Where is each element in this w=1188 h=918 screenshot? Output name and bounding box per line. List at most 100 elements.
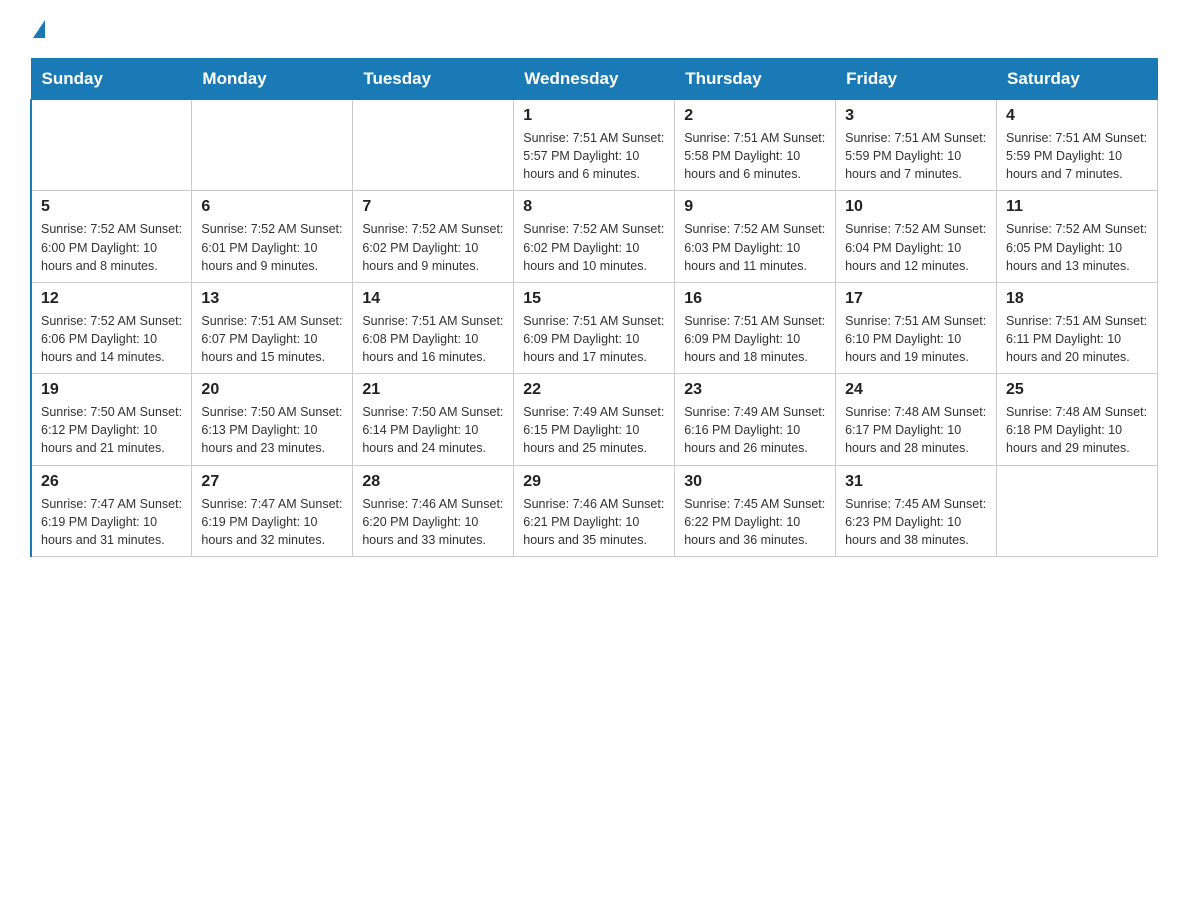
day-info: Sunrise: 7:50 AM Sunset: 6:14 PM Dayligh… xyxy=(362,403,504,457)
day-info: Sunrise: 7:51 AM Sunset: 6:09 PM Dayligh… xyxy=(523,312,665,366)
day-number: 12 xyxy=(41,290,182,308)
calendar-cell: 29 Sunrise: 7:46 AM Sunset: 6:21 PM Dayli… xyxy=(514,465,675,556)
day-number: 29 xyxy=(523,473,665,491)
calendar-cell: 8Sunrise: 7:52 AM Sunset: 6:02 PM Daylig… xyxy=(514,191,675,282)
calendar-cell: 14 Sunrise: 7:51 AM Sunset: 6:08 PM Dayli… xyxy=(353,282,514,373)
day-number: 23 xyxy=(684,381,826,399)
day-info: Sunrise: 7:52 AM Sunset: 6:06 PM Dayligh… xyxy=(41,312,182,366)
day-info: Sunrise: 7:47 AM Sunset: 6:19 PM Dayligh… xyxy=(201,495,343,549)
day-number: 10 xyxy=(845,198,987,216)
calendar-cell: 16 Sunrise: 7:51 AM Sunset: 6:09 PM Dayli… xyxy=(675,282,836,373)
calendar-cell: 17 Sunrise: 7:51 AM Sunset: 6:10 PM Dayli… xyxy=(836,282,997,373)
calendar-cell: 23 Sunrise: 7:49 AM Sunset: 6:16 PM Dayli… xyxy=(675,374,836,465)
day-number: 9 xyxy=(684,198,826,216)
day-info: Sunrise: 7:51 AM Sunset: 6:09 PM Dayligh… xyxy=(684,312,826,366)
day-number: 26 xyxy=(41,473,182,491)
day-number: 2 xyxy=(684,107,826,125)
day-number: 6 xyxy=(201,198,343,216)
calendar-week-1: 1 Sunrise: 7:51 AM Sunset: 5:57 PM Daylig… xyxy=(31,100,1158,191)
calendar-cell: 27 Sunrise: 7:47 AM Sunset: 6:19 PM Dayli… xyxy=(192,465,353,556)
day-info: Sunrise: 7:49 AM Sunset: 6:15 PM Dayligh… xyxy=(523,403,665,457)
calendar-body: 1 Sunrise: 7:51 AM Sunset: 5:57 PM Daylig… xyxy=(31,100,1158,557)
day-number: 16 xyxy=(684,290,826,308)
day-info: Sunrise: 7:46 AM Sunset: 6:20 PM Dayligh… xyxy=(362,495,504,549)
day-number: 8 xyxy=(523,198,665,216)
calendar-cell: 22 Sunrise: 7:49 AM Sunset: 6:15 PM Dayli… xyxy=(514,374,675,465)
calendar-week-3: 12 Sunrise: 7:52 AM Sunset: 6:06 PM Dayli… xyxy=(31,282,1158,373)
day-info: Sunrise: 7:50 AM Sunset: 6:13 PM Dayligh… xyxy=(201,403,343,457)
day-number: 4 xyxy=(1006,107,1148,125)
calendar-cell: 26 Sunrise: 7:47 AM Sunset: 6:19 PM Dayli… xyxy=(31,465,192,556)
day-info: Sunrise: 7:52 AM Sunset: 6:00 PM Dayligh… xyxy=(41,220,182,274)
day-number: 27 xyxy=(201,473,343,491)
day-number: 1 xyxy=(523,107,665,125)
calendar-cell: 13 Sunrise: 7:51 AM Sunset: 6:07 PM Dayli… xyxy=(192,282,353,373)
day-info: Sunrise: 7:45 AM Sunset: 6:23 PM Dayligh… xyxy=(845,495,987,549)
day-info: Sunrise: 7:51 AM Sunset: 6:10 PM Dayligh… xyxy=(845,312,987,366)
calendar-cell: 5 Sunrise: 7:52 AM Sunset: 6:00 PM Daylig… xyxy=(31,191,192,282)
day-number: 31 xyxy=(845,473,987,491)
day-number: 17 xyxy=(845,290,987,308)
calendar-cell: 28 Sunrise: 7:46 AM Sunset: 6:20 PM Dayli… xyxy=(353,465,514,556)
day-number: 15 xyxy=(523,290,665,308)
calendar-cell: 20 Sunrise: 7:50 AM Sunset: 6:13 PM Dayli… xyxy=(192,374,353,465)
calendar-cell: 7 Sunrise: 7:52 AM Sunset: 6:02 PM Daylig… xyxy=(353,191,514,282)
day-info: Sunrise: 7:51 AM Sunset: 6:07 PM Dayligh… xyxy=(201,312,343,366)
calendar-cell xyxy=(31,100,192,191)
calendar-header: SundayMondayTuesdayWednesdayThursdayFrid… xyxy=(31,59,1158,100)
calendar-cell xyxy=(353,100,514,191)
column-header-friday: Friday xyxy=(836,59,997,100)
day-info: Sunrise: 7:52 AM Sunset: 6:05 PM Dayligh… xyxy=(1006,220,1148,274)
logo xyxy=(30,20,45,40)
day-number: 3 xyxy=(845,107,987,125)
calendar-cell xyxy=(192,100,353,191)
day-info: Sunrise: 7:48 AM Sunset: 6:17 PM Dayligh… xyxy=(845,403,987,457)
day-number: 19 xyxy=(41,381,182,399)
column-header-wednesday: Wednesday xyxy=(514,59,675,100)
day-number: 22 xyxy=(523,381,665,399)
day-number: 30 xyxy=(684,473,826,491)
day-number: 13 xyxy=(201,290,343,308)
day-info: Sunrise: 7:52 AM Sunset: 6:02 PM Dayligh… xyxy=(362,220,504,274)
calendar-cell: 3 Sunrise: 7:51 AM Sunset: 5:59 PM Daylig… xyxy=(836,100,997,191)
day-info: Sunrise: 7:47 AM Sunset: 6:19 PM Dayligh… xyxy=(41,495,182,549)
column-header-thursday: Thursday xyxy=(675,59,836,100)
day-info: Sunrise: 7:49 AM Sunset: 6:16 PM Dayligh… xyxy=(684,403,826,457)
column-header-tuesday: Tuesday xyxy=(353,59,514,100)
day-info: Sunrise: 7:51 AM Sunset: 5:57 PM Dayligh… xyxy=(523,129,665,183)
calendar-cell: 9 Sunrise: 7:52 AM Sunset: 6:03 PM Daylig… xyxy=(675,191,836,282)
day-info: Sunrise: 7:51 AM Sunset: 5:59 PM Dayligh… xyxy=(845,129,987,183)
logo-arrow-icon xyxy=(33,20,45,38)
day-number: 5 xyxy=(41,198,182,216)
day-number: 7 xyxy=(362,198,504,216)
day-info: Sunrise: 7:52 AM Sunset: 6:04 PM Dayligh… xyxy=(845,220,987,274)
calendar-cell xyxy=(997,465,1158,556)
calendar-cell: 10 Sunrise: 7:52 AM Sunset: 6:04 PM Dayli… xyxy=(836,191,997,282)
calendar-cell: 19 Sunrise: 7:50 AM Sunset: 6:12 PM Dayli… xyxy=(31,374,192,465)
calendar-week-5: 26 Sunrise: 7:47 AM Sunset: 6:19 PM Dayli… xyxy=(31,465,1158,556)
day-number: 18 xyxy=(1006,290,1148,308)
calendar-cell: 30 Sunrise: 7:45 AM Sunset: 6:22 PM Dayli… xyxy=(675,465,836,556)
calendar-cell: 12 Sunrise: 7:52 AM Sunset: 6:06 PM Dayli… xyxy=(31,282,192,373)
day-info: Sunrise: 7:45 AM Sunset: 6:22 PM Dayligh… xyxy=(684,495,826,549)
day-number: 25 xyxy=(1006,381,1148,399)
calendar-week-4: 19 Sunrise: 7:50 AM Sunset: 6:12 PM Dayli… xyxy=(31,374,1158,465)
calendar-week-2: 5 Sunrise: 7:52 AM Sunset: 6:00 PM Daylig… xyxy=(31,191,1158,282)
calendar-cell: 31 Sunrise: 7:45 AM Sunset: 6:23 PM Dayli… xyxy=(836,465,997,556)
day-info: Sunrise: 7:52 AM Sunset: 6:03 PM Dayligh… xyxy=(684,220,826,274)
day-number: 28 xyxy=(362,473,504,491)
day-info: Sunrise: 7:50 AM Sunset: 6:12 PM Dayligh… xyxy=(41,403,182,457)
day-number: 20 xyxy=(201,381,343,399)
day-info: Sunrise: 7:52 AM Sunset: 6:01 PM Dayligh… xyxy=(201,220,343,274)
day-number: 14 xyxy=(362,290,504,308)
calendar-cell: 24Sunrise: 7:48 AM Sunset: 6:17 PM Dayli… xyxy=(836,374,997,465)
day-info: Sunrise: 7:46 AM Sunset: 6:21 PM Dayligh… xyxy=(523,495,665,549)
day-number: 11 xyxy=(1006,198,1148,216)
column-header-monday: Monday xyxy=(192,59,353,100)
day-info: Sunrise: 7:51 AM Sunset: 6:08 PM Dayligh… xyxy=(362,312,504,366)
day-info: Sunrise: 7:51 AM Sunset: 5:59 PM Dayligh… xyxy=(1006,129,1148,183)
day-info: Sunrise: 7:51 AM Sunset: 6:11 PM Dayligh… xyxy=(1006,312,1148,366)
calendar-cell: 6 Sunrise: 7:52 AM Sunset: 6:01 PM Daylig… xyxy=(192,191,353,282)
calendar-cell: 15 Sunrise: 7:51 AM Sunset: 6:09 PM Dayli… xyxy=(514,282,675,373)
day-number: 21 xyxy=(362,381,504,399)
